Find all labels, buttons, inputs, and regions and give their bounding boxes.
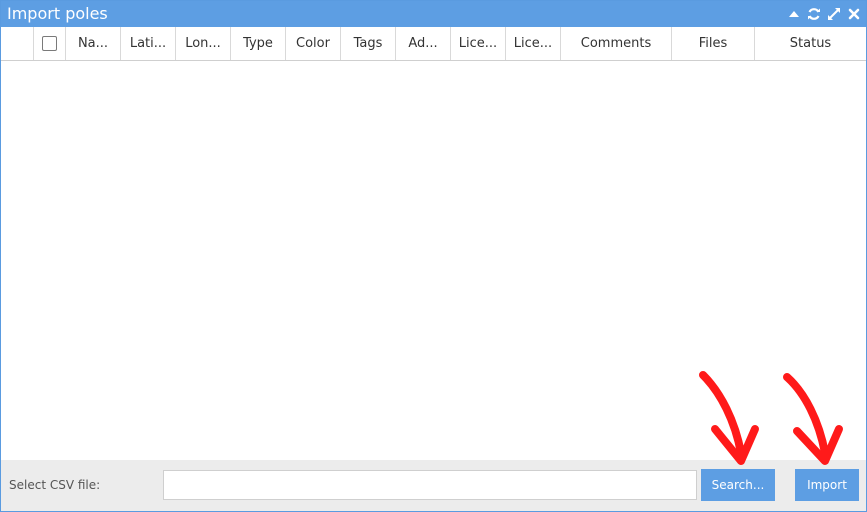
column-header-longitude[interactable]: Lon... (176, 27, 231, 60)
grid-header-select-all[interactable] (34, 27, 66, 60)
column-header-address[interactable]: Ad... (396, 27, 451, 60)
csv-file-input[interactable] (163, 470, 697, 500)
window-titlebar[interactable]: Import poles (1, 1, 866, 27)
column-header-license-1[interactable]: Lice... (451, 27, 506, 60)
select-csv-label: Select CSV file: (9, 478, 101, 492)
window-tools (786, 5, 862, 23)
grid-header-rownumber (1, 27, 34, 60)
column-header-tags[interactable]: Tags (341, 27, 396, 60)
column-header-status[interactable]: Status (755, 27, 866, 60)
search-button[interactable]: Search... (701, 469, 775, 501)
column-header-latitude[interactable]: Lati... (121, 27, 176, 60)
refresh-icon[interactable] (806, 6, 822, 22)
import-poles-window: Import poles Na... Lati... Lon... Type C… (0, 0, 867, 512)
select-all-checkbox[interactable] (42, 36, 57, 51)
column-header-name[interactable]: Na... (66, 27, 121, 60)
column-header-comments[interactable]: Comments (561, 27, 672, 60)
collapse-icon[interactable] (786, 6, 802, 22)
grid-header: Na... Lati... Lon... Type Color Tags Ad.… (1, 27, 866, 61)
column-header-license-2[interactable]: Lice... (506, 27, 561, 60)
close-icon[interactable] (846, 6, 862, 22)
maximize-icon[interactable] (826, 6, 842, 22)
column-header-type[interactable]: Type (231, 27, 286, 60)
window-title: Import poles (7, 4, 108, 23)
column-header-color[interactable]: Color (286, 27, 341, 60)
grid-body[interactable] (1, 61, 866, 460)
import-footer: Select CSV file: Search... Import (1, 460, 866, 511)
column-header-files[interactable]: Files (672, 27, 755, 60)
import-button[interactable]: Import (795, 469, 859, 501)
